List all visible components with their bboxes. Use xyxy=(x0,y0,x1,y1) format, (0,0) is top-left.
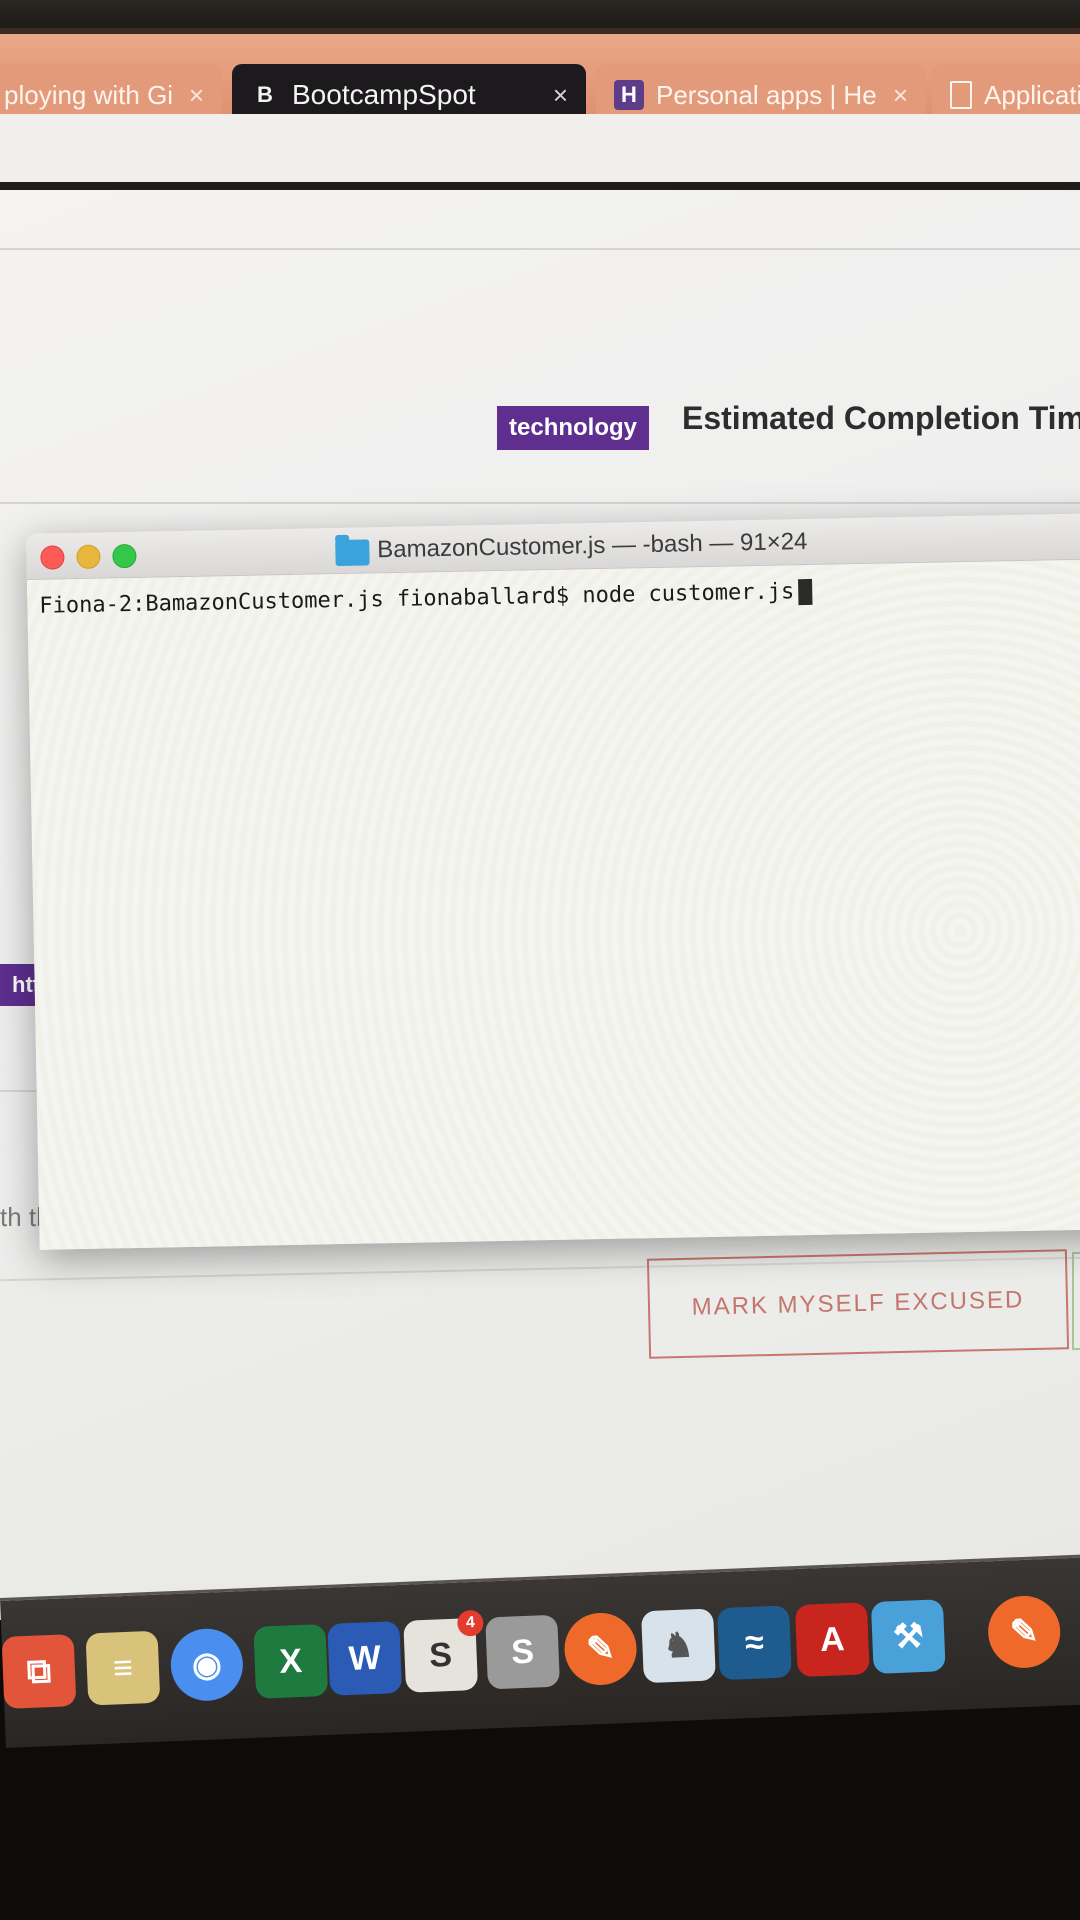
document-icon xyxy=(950,81,972,109)
postgres-icon[interactable]: ♞ xyxy=(641,1608,716,1684)
screen-sharing-icon[interactable]: ⧉ xyxy=(1,1634,77,1709)
close-window-icon[interactable] xyxy=(40,545,65,570)
heroku-favicon-icon: H xyxy=(614,80,644,110)
terminal-prompt-line: Fiona-2:BamazonCustomer.js fionaballard$… xyxy=(39,579,795,619)
sublime-icon[interactable]: S xyxy=(485,1614,561,1690)
slack-icon[interactable]: S 4 xyxy=(403,1609,484,1693)
xcode-icon[interactable]: ⚒ xyxy=(870,1599,946,1674)
postman-icon[interactable]: ✎ xyxy=(563,1611,638,1687)
browser-tab-strip: ploying with Gi × B BootcampSpot × H Per… xyxy=(0,28,1080,126)
folder-icon xyxy=(335,538,370,566)
secondary-button[interactable] xyxy=(1072,1252,1080,1350)
notes-icon[interactable]: ≡ xyxy=(85,1630,161,1706)
close-icon[interactable]: × xyxy=(893,80,908,111)
word-icon[interactable]: W xyxy=(327,1620,403,1696)
mark-excused-button[interactable]: MARK MYSELF EXCUSED xyxy=(646,1249,1070,1359)
tab-label: BootcampSpot xyxy=(292,79,476,110)
terminal-title: BamazonCustomer.js — -bash — 91×24 xyxy=(376,527,808,563)
bootcampspot-favicon-icon: B xyxy=(257,82,273,107)
tab-label: Personal apps | He xyxy=(656,79,877,110)
postman-2-icon[interactable]: ✎ xyxy=(986,1594,1062,1670)
browser-toolbar xyxy=(0,114,1080,190)
terminal-window[interactable]: BamazonCustomer.js — -bash — 91×24 Fiona… xyxy=(26,513,1080,1250)
terminal-cursor xyxy=(797,578,813,606)
acrobat-icon[interactable]: A xyxy=(794,1602,870,1678)
category-tag: technology xyxy=(497,406,650,450)
close-icon[interactable]: × xyxy=(553,80,568,111)
page-heading: Estimated Completion Time xyxy=(682,400,1080,436)
close-icon[interactable]: × xyxy=(189,80,204,111)
minimize-window-icon[interactable] xyxy=(76,544,101,570)
zoom-window-icon[interactable] xyxy=(112,543,137,569)
divider xyxy=(0,502,1080,504)
excel-icon[interactable]: X xyxy=(253,1623,329,1699)
mysql-workbench-icon[interactable]: ≈ xyxy=(716,1605,792,1681)
terminal-output[interactable]: Fiona-2:BamazonCustomer.js fionaballard$… xyxy=(26,559,1080,1250)
chrome-icon[interactable]: ◉ xyxy=(169,1627,245,1703)
notification-badge: 4 xyxy=(456,1609,484,1637)
tab-label: Applicati xyxy=(984,79,1080,110)
tab-label: ploying with Gi xyxy=(4,79,174,110)
window-controls xyxy=(40,543,137,570)
divider xyxy=(0,248,1080,250)
